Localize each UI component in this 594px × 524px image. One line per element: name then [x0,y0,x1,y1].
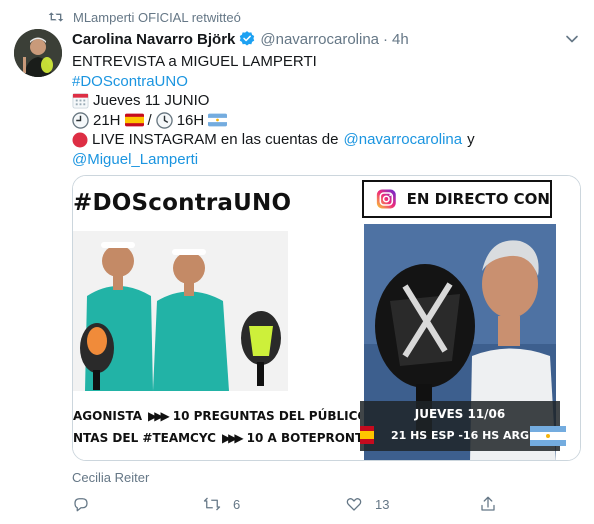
time-spain: 21H [93,111,121,129]
event-date: JUEVES 11/06 [414,407,506,421]
time-separator: / [147,111,152,129]
like-count: 13 [375,496,390,512]
tweet-line: LIVE INSTAGRAM en las cuentas de @navarr… [72,130,577,150]
clock-four-icon [155,112,173,129]
like-button[interactable]: 13 [345,495,389,513]
media-left-line-2b: 10 A BOTEPRONTO [246,431,374,445]
time-argentina: 16H [176,111,205,129]
double-arrow-icon: ▶▶▶ [221,431,244,445]
double-arrow-icon: ▶▶▶ [148,409,170,423]
avatar[interactable] [14,29,62,77]
chevron-down-icon[interactable] [565,32,579,46]
tweet-date: Jueves 11 JUNIO [93,92,210,109]
media-left-line-2: NTAS DEL #TEAMCYC ▶▶▶ 10 A BOTEPRONTO [73,428,373,448]
tagged-user[interactable]: Cecilia Reiter [72,470,149,485]
share-button[interactable] [479,495,497,513]
tweet-media[interactable]: #DOScontraUNO AGONISTA ▶▶▶ 10 PREGUNTAS … [72,175,581,461]
retweet-icon [48,12,64,22]
tweet-header: Carolina Navarro Björk @navarrocarolina … [72,29,409,49]
tweet-line: @Miguel_Lamperti [72,150,577,170]
avatar-image [14,29,62,77]
media-image-right[interactable]: EN DIRECTO CON JUEVES 11/06 21 HS ESP -1… [346,176,580,460]
tweet-actions: 6 13 [72,495,512,517]
media-image-left[interactable]: #DOScontraUNO AGONISTA ▶▶▶ 10 PREGUNTAS … [73,176,373,460]
instagram-header: EN DIRECTO CON [362,180,552,218]
clock-nine-icon [72,112,89,129]
red-circle-icon [72,132,88,148]
argentina-flag-icon [208,113,228,127]
author-handle[interactable]: @navarrocarolina [260,31,379,48]
media-left-line-1: AGONISTA ▶▶▶ 10 PREGUNTAS DEL PÚBLICO [73,406,368,426]
share-icon [481,496,495,511]
retweet-context-text: MLamperti OFICIAL retwitteó [73,9,241,25]
author-name[interactable]: Carolina Navarro Björk [72,31,235,48]
tweet-line: #DOScontraUNO [72,72,577,92]
media-left-line-1b: 10 PREGUNTAS DEL PÚBLICO [172,409,368,423]
calendar-icon [72,93,89,109]
verified-badge-icon [240,31,255,46]
media-left-line-1a: AGONISTA [73,409,143,423]
event-times: 21 HS ESP -16 HS ARG [390,429,530,442]
instagram-header-text: EN DIRECTO CON [406,190,550,208]
mention-link[interactable]: @Miguel_Lamperti [72,150,198,170]
hashtag-link[interactable]: #DOScontraUNO [72,72,188,92]
heart-icon [346,498,362,511]
retweet-count: 6 [233,496,241,512]
tweet-line: ENTREVISTA a MIGUEL LAMPERTI [72,52,577,72]
tweet-timestamp[interactable]: 4h [392,31,409,48]
retweet-context[interactable]: MLamperti OFICIAL retwitteó [48,8,241,26]
media-left-line-2a: NTAS DEL #TEAMCYC [73,431,216,445]
tweet-text: ENTREVISTA a MIGUEL LAMPERTI #DOScontraU… [72,52,577,169]
media-title: #DOScontraUNO [73,190,292,216]
tweet-line: Jueves 11 JUNIO [72,91,577,111]
instagram-icon [376,189,396,209]
tweet-line-1: ENTREVISTA a MIGUEL LAMPERTI [72,53,317,70]
reply-icon [74,498,88,512]
mention-link[interactable]: @navarrocarolina [344,130,463,150]
conjunction-text: y [467,131,475,148]
reply-button[interactable] [72,495,90,513]
retweet-icon [203,497,221,511]
tweet-line: 21H / 16H [72,111,577,131]
separator-dot: · [383,30,389,48]
spain-flag-icon [124,113,144,127]
retweet-button[interactable]: 6 [203,495,240,513]
live-instagram-text: LIVE INSTAGRAM en las cuentas de [92,131,339,148]
